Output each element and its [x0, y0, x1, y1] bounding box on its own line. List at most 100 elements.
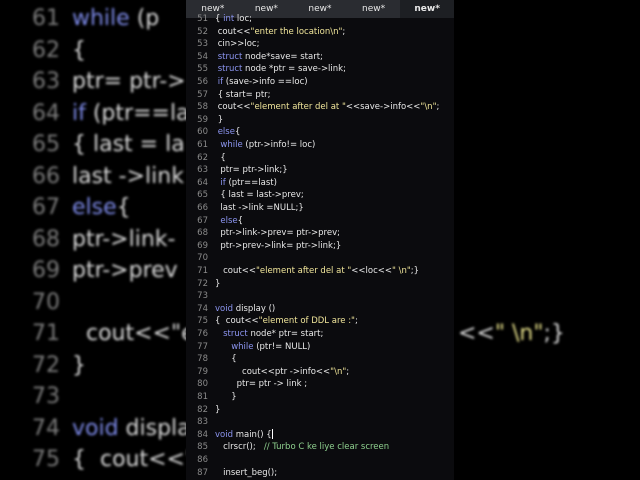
- line-number: 76: [197, 329, 208, 339]
- line-number: 63: [197, 165, 208, 176]
- bg-line-number: 74: [32, 415, 60, 441]
- bg-line-number: 64: [32, 100, 60, 126]
- line-text: struct node* ptr= start;: [223, 329, 324, 339]
- line-number: 77: [197, 341, 208, 352]
- line-number: 54: [197, 51, 208, 62]
- bg-line-number: 63: [32, 69, 60, 94]
- line-number: 66: [197, 203, 208, 213]
- code-line: 78 {: [186, 353, 454, 366]
- line-number: 81: [197, 392, 208, 402]
- line-text: struct node *ptr = save->link;: [217, 64, 346, 75]
- editor-panel: new* new* new* new* new* 51{ int loc; 52 …: [186, 0, 454, 480]
- bg-line-fragment: <<" \n";}: [458, 321, 565, 346]
- bg-line-number: 67: [32, 195, 60, 220]
- line-text: void display (): [215, 303, 276, 314]
- code-line: 68 ptr->link->prev= ptr->prev;: [186, 227, 454, 240]
- line-number: 80: [197, 379, 208, 390]
- line-number: 68: [197, 228, 208, 239]
- line-number: 57: [197, 89, 208, 100]
- line-text: {: [215, 152, 226, 163]
- line-number: 79: [197, 366, 208, 377]
- line-number: 64: [197, 177, 208, 188]
- line-text: if (ptr==last): [220, 177, 277, 188]
- bg-line-number: 65: [32, 132, 60, 157]
- line-number: 55: [197, 64, 208, 75]
- line-text: {: [215, 354, 237, 365]
- line-text: cout<<"element after del at "<<save->inf…: [215, 102, 440, 113]
- line-text: cout<<ptr ->info<<"\n";: [215, 366, 350, 377]
- line-number: 69: [197, 240, 208, 251]
- line-text: while (ptr!= NULL): [231, 341, 311, 352]
- code-line: 87 insert_beg();: [186, 467, 454, 480]
- line-text: cin>>loc;: [215, 39, 260, 50]
- line-number: 86: [197, 455, 208, 465]
- line-text: insert_beg();: [215, 467, 278, 478]
- code-line: 52 cout<<"enter the location\n";: [186, 26, 454, 39]
- line-number: 73: [197, 291, 208, 302]
- line-number: 52: [197, 26, 208, 37]
- code-line: 82}: [186, 404, 454, 417]
- line-text: last ->link =NULL;}: [215, 203, 304, 213]
- bg-line-number: 66: [32, 163, 60, 189]
- line-number: 65: [197, 190, 208, 201]
- code-line: 53 cin>>loc;: [186, 38, 454, 51]
- code-line: 76 struct node* ptr= start;: [186, 328, 454, 341]
- line-number: 71: [197, 266, 208, 276]
- line-number: 51: [197, 14, 208, 24]
- code-line: 74 void display (): [186, 303, 454, 316]
- line-text: { cout<<"element of DDL are :";: [215, 316, 358, 327]
- line-text: while (ptr->info!= loc): [220, 140, 316, 150]
- line-number: 60: [197, 127, 208, 138]
- code-line: 81 }: [186, 391, 454, 404]
- line-number: 83: [197, 417, 208, 428]
- code-line: 64 if (ptr==last): [186, 177, 454, 190]
- code-line: 86: [186, 454, 454, 467]
- code-line: 67 else{: [186, 215, 454, 228]
- line-text: }: [215, 392, 237, 402]
- code-line: 77 while (ptr!= NULL): [186, 341, 454, 354]
- bg-line-number: 72: [32, 352, 60, 378]
- line-number: 82: [197, 404, 208, 415]
- bg-line-number: 69: [32, 258, 60, 283]
- line-text: { start= ptr;: [215, 89, 271, 100]
- line-number: 62: [197, 152, 208, 163]
- code-line: 59 }: [186, 114, 454, 127]
- code-line: 73: [186, 290, 454, 303]
- code-line: 72}: [186, 278, 454, 291]
- line-text: if (save->info ==loc): [217, 77, 308, 87]
- line-number: 59: [197, 114, 208, 125]
- line-text: { int loc;: [215, 14, 253, 24]
- line-number: 74: [197, 303, 208, 314]
- line-number: 61: [197, 140, 208, 150]
- line-text: }: [215, 114, 224, 125]
- line-text: cout<<"enter the location\n";: [215, 26, 346, 37]
- bg-line-number: 62: [32, 37, 60, 63]
- line-number: 87: [197, 467, 208, 478]
- line-text: ptr= ptr -> link ;: [215, 379, 308, 390]
- code-line: 71 cout<<"element after del at "<<loc<<"…: [186, 265, 454, 278]
- line-number: 67: [197, 215, 208, 226]
- code-line: 75 { cout<<"element of DDL are :";: [186, 315, 454, 328]
- line-text: ptr->prev->link= ptr->link;}: [215, 240, 342, 251]
- code-line: 58 cout<<"element after del at "<<save->…: [186, 101, 454, 114]
- line-number: 84: [197, 429, 208, 440]
- line-text: clrscr(); // Turbo C ke liye clear scree…: [215, 442, 390, 453]
- line-number: 70: [197, 253, 208, 264]
- bg-line-number: 75: [32, 447, 60, 472]
- code-line: 60 else{: [186, 126, 454, 139]
- line-number: 53: [197, 39, 208, 50]
- line-text: else{: [220, 215, 244, 226]
- code-editor[interactable]: 51 { int loc; 52 cout<<"enter the location…: [186, 14, 454, 480]
- code-line: 62 {: [186, 152, 454, 165]
- bg-line-number: 70: [32, 289, 60, 315]
- line-number: 58: [197, 102, 208, 113]
- bg-line-number: 68: [32, 226, 60, 252]
- code-line: 69 ptr->prev->link= ptr->link;}: [186, 240, 454, 253]
- line-text: { last = last->prev;: [215, 190, 304, 201]
- code-line: 57 { start= ptr;: [186, 89, 454, 102]
- code-line: 83: [186, 416, 454, 429]
- code-line: 70: [186, 252, 454, 265]
- line-text: struct node*save= start;: [217, 51, 323, 62]
- line-text: }: [215, 278, 221, 289]
- line-text: cout<<"element after del at "<<loc<<" \n…: [215, 266, 420, 276]
